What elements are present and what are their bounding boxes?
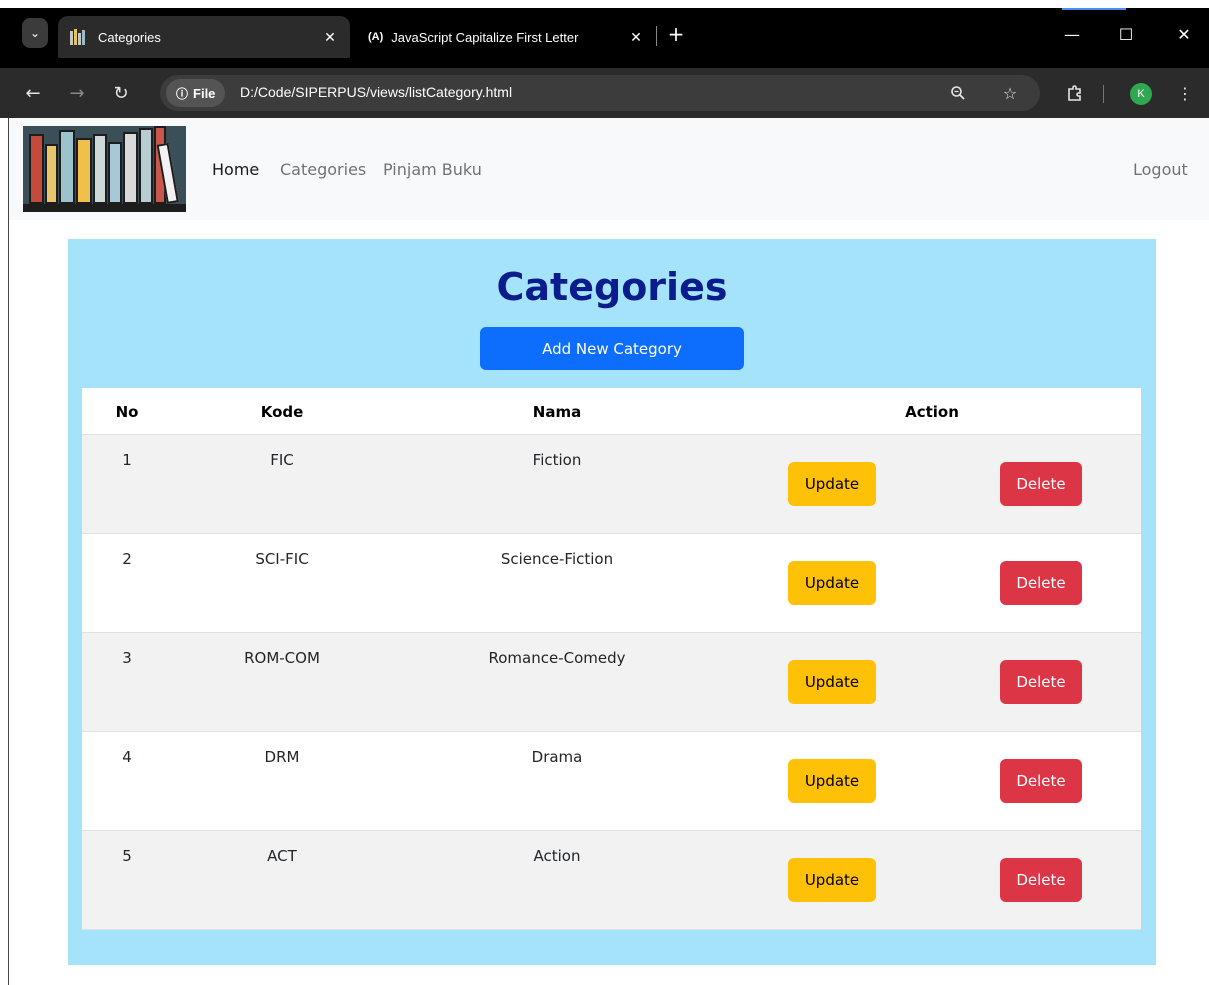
- table-header: No Kode Nama Action: [82, 388, 1141, 435]
- column-header-nama: Nama: [532, 403, 582, 421]
- cell-nama: Action: [533, 847, 581, 865]
- info-icon: ⓘ: [176, 86, 189, 101]
- new-tab-button[interactable]: +: [664, 20, 688, 48]
- cell-no: 1: [122, 451, 132, 469]
- add-new-category-button[interactable]: Add New Category: [480, 327, 744, 370]
- cell-kode: SCI-FIC: [255, 550, 309, 568]
- nav-link-logout[interactable]: Logout: [1133, 160, 1188, 179]
- cell-nama: Fiction: [532, 451, 582, 469]
- close-tab-icon[interactable]: ✕: [318, 29, 342, 46]
- minimize-icon[interactable]: —: [1057, 20, 1087, 48]
- delete-button[interactable]: Delete: [1000, 660, 1082, 704]
- table-row: 3 ROM-COM Romance-Comedy Update Delete: [82, 633, 1141, 732]
- nav-link-pinjam-buku[interactable]: Pinjam Buku: [383, 160, 482, 179]
- cell-kode: ACT: [267, 847, 297, 865]
- star-icon[interactable]: ☆: [996, 79, 1024, 107]
- cell-kode: DRM: [264, 748, 300, 766]
- forward-arrow-icon[interactable]: →: [62, 78, 92, 108]
- browser-toolbar: ← → ↻ ⓘ File D:/Code/SIPERPUS/views/list…: [0, 68, 1209, 118]
- url-text[interactable]: D:/Code/SIPERPUS/views/listCategory.html: [240, 84, 512, 100]
- site-favicon-icon: (A): [368, 31, 384, 43]
- logo-book: [139, 128, 153, 204]
- tab-javascript-capitalize[interactable]: (A) JavaScript Capitalize First Letter ✕: [356, 16, 656, 58]
- logo-book: [59, 130, 75, 204]
- delete-button[interactable]: Delete: [1000, 759, 1082, 803]
- site-info-chip[interactable]: ⓘ File: [166, 79, 226, 107]
- nav-link-categories[interactable]: Categories: [280, 160, 366, 179]
- chevron-down-icon: ⌄: [29, 26, 41, 40]
- logo-book: [93, 134, 107, 204]
- back-arrow-icon[interactable]: ←: [18, 78, 48, 108]
- page-title: Categories: [496, 265, 728, 309]
- maximize-icon[interactable]: ☐: [1111, 20, 1141, 48]
- tab-search-button[interactable]: ⌄: [22, 18, 48, 48]
- column-header-action: Action: [905, 403, 959, 421]
- delete-button[interactable]: Delete: [1000, 858, 1082, 902]
- update-button[interactable]: Update: [788, 759, 876, 803]
- cell-nama: Science-Fiction: [500, 550, 614, 568]
- logo-book: [76, 138, 92, 204]
- tab-title: JavaScript Capitalize First Letter: [391, 29, 579, 45]
- cell-nama: Drama: [531, 748, 583, 766]
- logo-shelf: [23, 204, 186, 212]
- table-row: 2 SCI-FIC Science-Fiction Update Delete: [82, 534, 1141, 633]
- update-button[interactable]: Update: [788, 660, 876, 704]
- update-button[interactable]: Update: [788, 858, 876, 902]
- cell-kode: FIC: [270, 451, 294, 469]
- categories-panel: Categories Add New Category No Kode Nama…: [68, 239, 1156, 965]
- cell-no: 5: [122, 847, 132, 865]
- tab-categories[interactable]: Categories ✕: [58, 16, 350, 58]
- column-header-no: No: [115, 403, 139, 421]
- update-button[interactable]: Update: [788, 462, 876, 506]
- cell-kode: ROM-COM: [244, 649, 320, 667]
- window-accent-line: [1062, 8, 1126, 10]
- table-row: 1 FIC Fiction Update Delete: [82, 435, 1141, 534]
- cell-no: 4: [122, 748, 132, 766]
- logo-book: [108, 142, 122, 204]
- tab-title: Categories: [98, 29, 161, 45]
- profile-avatar[interactable]: K: [1130, 83, 1152, 105]
- page-viewport: Home Categories Pinjam Buku Logout Categ…: [8, 118, 1209, 985]
- cell-no: 2: [122, 550, 132, 568]
- kebab-menu-icon[interactable]: ⋮: [1170, 78, 1200, 108]
- update-button[interactable]: Update: [788, 561, 876, 605]
- site-info-label: File: [193, 85, 216, 101]
- browser-tab-strip: ⌄ Categories ✕ (A) JavaScript Capitalize…: [0, 0, 1209, 68]
- address-bar[interactable]: ⓘ File D:/Code/SIPERPUS/views/listCatego…: [160, 75, 1040, 111]
- tab-separator: [656, 26, 657, 46]
- cell-no: 3: [122, 649, 132, 667]
- reload-icon[interactable]: ↻: [106, 78, 136, 108]
- column-header-kode: Kode: [260, 403, 304, 421]
- nav-link-home[interactable]: Home: [212, 160, 259, 179]
- library-logo[interactable]: [23, 126, 186, 212]
- logo-book: [45, 144, 58, 204]
- site-navbar: Home Categories Pinjam Buku Logout: [9, 118, 1209, 220]
- close-tab-icon[interactable]: ✕: [624, 29, 648, 46]
- close-window-icon[interactable]: ✕: [1169, 20, 1199, 48]
- toolbar-divider: [1103, 85, 1104, 103]
- logo-book: [123, 132, 138, 204]
- delete-button[interactable]: Delete: [1000, 462, 1082, 506]
- books-favicon-icon: [70, 29, 88, 45]
- table-row: 4 DRM Drama Update Delete: [82, 732, 1141, 831]
- table-row: 5 ACT Action Update Delete: [82, 831, 1141, 930]
- puzzle-icon[interactable]: [1060, 78, 1090, 108]
- categories-table: No Kode Nama Action 1 FIC Fiction Update…: [82, 388, 1141, 930]
- logo-book: [29, 134, 44, 204]
- delete-button[interactable]: Delete: [1000, 561, 1082, 605]
- window-top-border: [0, 0, 1209, 8]
- cell-nama: Romance-Comedy: [488, 649, 626, 667]
- zoom-icon[interactable]: [944, 79, 972, 107]
